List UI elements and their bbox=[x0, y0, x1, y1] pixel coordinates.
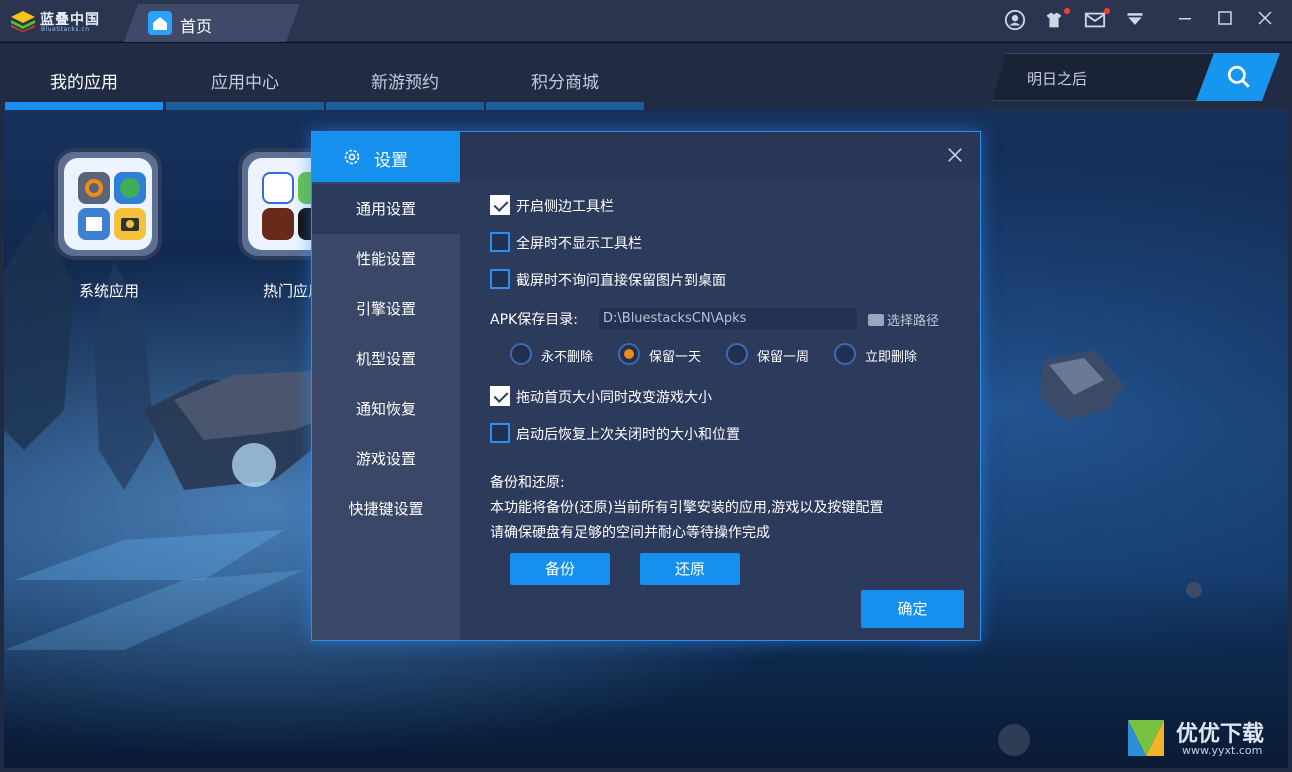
sidebar-item-performance[interactable]: 性能设置 bbox=[312, 234, 460, 284]
tshirt-icon[interactable] bbox=[1042, 9, 1066, 33]
radio-button[interactable] bbox=[510, 343, 532, 365]
backup-description-line: 本功能将备份(还原)当前所有引擎安装的应用,游戏以及按键配置 bbox=[490, 500, 884, 516]
settings-sidebar: 通用设置 性能设置 引擎设置 机型设置 通知恢复 游戏设置 快捷键设置 bbox=[312, 182, 460, 640]
folder-inner bbox=[64, 158, 152, 250]
close-icon[interactable] bbox=[1253, 9, 1277, 33]
search-input[interactable]: 明日之后 bbox=[992, 53, 1232, 101]
checkbox-label: 启动后恢复上次关闭时的大小和位置 bbox=[516, 427, 740, 443]
nav-bar: 我的应用 应用中心 新游预约 积分商城 明日之后 bbox=[0, 43, 1292, 110]
apk-directory-field[interactable]: D:\BluestacksCN\Apks bbox=[598, 307, 858, 331]
tab-label: 应用中心 bbox=[211, 73, 279, 93]
checkbox[interactable] bbox=[490, 386, 510, 406]
title-bar: 蓝叠中国 BlueStacks.cn 首页 bbox=[0, 0, 1292, 42]
radio-button[interactable] bbox=[834, 343, 856, 365]
home-tab-label: 首页 bbox=[180, 17, 213, 36]
logo-subtext: BlueStacks.cn bbox=[41, 26, 90, 33]
radio-label: 永不删除 bbox=[541, 350, 594, 365]
checkbox-label: 截屏时不询问直接保留图片到桌面 bbox=[516, 273, 726, 289]
bluestacks-logo: 蓝叠中国 BlueStacks.cn bbox=[8, 7, 108, 35]
radio-button[interactable] bbox=[618, 343, 640, 365]
app-dd-icon bbox=[262, 172, 294, 204]
dialog-header: 设置 bbox=[312, 132, 980, 182]
checkbox-label: 全屏时不显示工具栏 bbox=[516, 236, 642, 252]
radio-label: 保留一天 bbox=[649, 350, 702, 365]
camera-icon bbox=[114, 208, 146, 240]
confirm-button[interactable]: 确定 bbox=[861, 590, 964, 628]
choose-path-label: 选择路径 bbox=[887, 314, 940, 329]
system-apps-label: 系统应用 bbox=[78, 282, 139, 300]
tab-label: 积分商城 bbox=[531, 73, 599, 93]
sidebar-item-device-model[interactable]: 机型设置 bbox=[312, 334, 460, 384]
gear-icon bbox=[344, 149, 360, 165]
sidebar-item-notification[interactable]: 通知恢复 bbox=[312, 384, 460, 434]
dialog-title-tab: 设置 bbox=[312, 132, 460, 182]
user-icon[interactable] bbox=[1003, 9, 1027, 33]
notification-dot bbox=[1064, 8, 1070, 14]
download-icon[interactable] bbox=[1123, 9, 1147, 33]
checkbox[interactable] bbox=[490, 269, 510, 289]
tab-new-games[interactable]: 新游预约 bbox=[326, 43, 484, 110]
checkbox-label: 开启侧边工具栏 bbox=[516, 199, 614, 215]
bluestacks-window: 蓝叠中国 BlueStacks.cn 首页 我的应用 应用中心 新游预约 积分商… bbox=[0, 0, 1292, 772]
mail-icon[interactable] bbox=[1083, 9, 1107, 33]
tab-underline bbox=[326, 102, 484, 110]
restore-button[interactable]: 还原 bbox=[640, 553, 740, 585]
media-manager-icon bbox=[78, 208, 110, 240]
minimize-icon[interactable] bbox=[1173, 9, 1197, 33]
tab-home[interactable]: 首页 bbox=[124, 4, 300, 42]
checkbox[interactable] bbox=[490, 195, 510, 215]
search-text: 明日之后 bbox=[1027, 70, 1088, 88]
dialog-title: 设置 bbox=[374, 151, 408, 171]
general-settings-panel: 开启侧边工具栏 全屏时不显示工具栏 截屏时不询问直接保留图片到桌面 APK保存目… bbox=[460, 182, 980, 640]
logo-mark-icon bbox=[11, 11, 35, 32]
browser-icon bbox=[114, 172, 146, 204]
checkbox-label: 拖动首页大小同时改变游戏大小 bbox=[516, 390, 712, 406]
sidebar-item-game[interactable]: 游戏设置 bbox=[312, 434, 460, 484]
tab-underline bbox=[166, 102, 324, 110]
tab-underline bbox=[486, 102, 644, 110]
tab-label: 我的应用 bbox=[50, 73, 118, 93]
search-icon bbox=[1226, 64, 1252, 90]
close-icon bbox=[948, 148, 962, 162]
tab-my-apps[interactable]: 我的应用 bbox=[5, 43, 163, 110]
home-icon bbox=[148, 11, 172, 35]
checkbox[interactable] bbox=[490, 232, 510, 252]
search-box: 明日之后 bbox=[992, 53, 1282, 101]
sidebar-item-general[interactable]: 通用设置 bbox=[312, 184, 460, 234]
checkbox[interactable] bbox=[490, 423, 510, 443]
tab-underline bbox=[5, 102, 163, 110]
dialog-close-button[interactable] bbox=[942, 142, 968, 168]
system-apps-folder[interactable] bbox=[54, 148, 162, 260]
backup-description-line: 请确保硬盘有足够的空间并耐心等待操作完成 bbox=[490, 525, 770, 541]
radio-label: 立即删除 bbox=[865, 350, 918, 365]
apk-directory-label: APK保存目录: bbox=[490, 312, 578, 328]
backup-restore-heading: 备份和还原: bbox=[490, 475, 565, 491]
folder-icon bbox=[868, 314, 884, 326]
backup-button[interactable]: 备份 bbox=[510, 553, 610, 585]
yyxt-logo-icon bbox=[1128, 720, 1164, 756]
radio-button[interactable] bbox=[726, 343, 748, 365]
radio-label: 保留一周 bbox=[757, 350, 810, 365]
sidebar-item-engine[interactable]: 引擎设置 bbox=[312, 284, 460, 334]
maximize-icon[interactable] bbox=[1213, 9, 1237, 33]
tab-label: 新游预约 bbox=[371, 73, 439, 93]
choose-path-button[interactable]: 选择路径 bbox=[868, 310, 939, 329]
tab-points-mall[interactable]: 积分商城 bbox=[486, 43, 644, 110]
tab-app-center[interactable]: 应用中心 bbox=[166, 43, 324, 110]
app-rpg-icon bbox=[262, 208, 294, 240]
sidebar-item-hotkeys[interactable]: 快捷键设置 bbox=[312, 484, 460, 534]
watermark-url: www.yyxt.com bbox=[1182, 744, 1263, 757]
settings-dialog: 设置 通用设置 性能设置 引擎设置 机型设置 通知恢复 游戏设置 快捷键设置 开… bbox=[311, 131, 981, 641]
mail-notification-dot bbox=[1104, 8, 1110, 14]
settings-icon bbox=[78, 172, 110, 204]
